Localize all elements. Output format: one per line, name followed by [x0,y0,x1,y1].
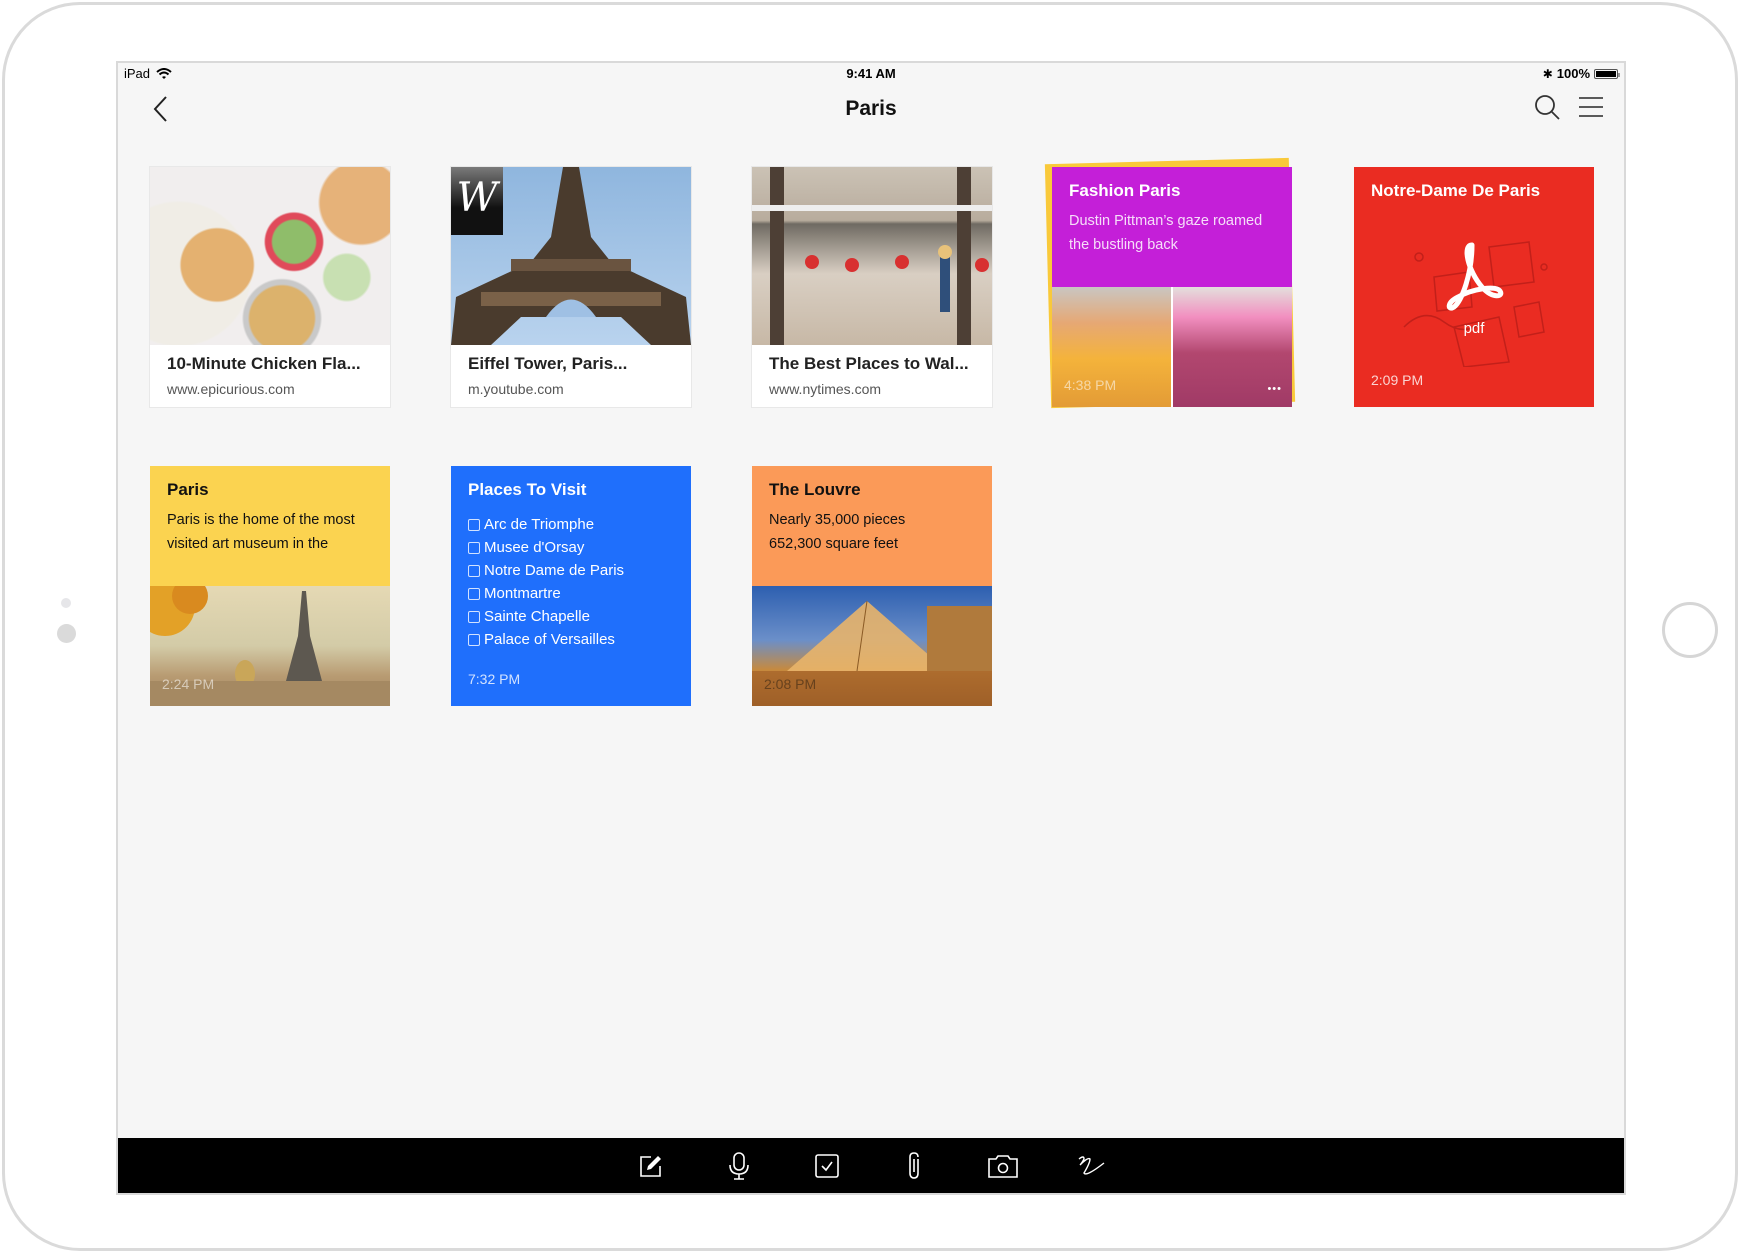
checklist-item[interactable]: Arc de Triomphe [468,513,624,536]
card-title: Eiffel Tower, Paris... [468,354,628,373]
checkbox-icon [815,1153,839,1178]
checklist-item-label: Musee d'Orsay [484,539,585,556]
camera-lens [57,624,76,643]
card-checklist-places[interactable]: Places To Visit Arc de Triomphe Musee d'… [451,466,691,706]
paris-cafe-illustration [752,167,992,345]
microphone-icon [729,1151,749,1180]
checklist-item-label: Notre Dame de Paris [484,562,625,579]
checklist-item-label: Arc de Triomphe [484,516,595,533]
home-button[interactable] [1662,602,1718,658]
pdf-label: pdf [1463,320,1485,337]
checklist-button[interactable] [807,1146,847,1186]
card-web-nytimes[interactable]: The Best Places to Wal... www.nytimes.co… [752,167,992,407]
card-url: www.nytimes.com [769,381,882,397]
status-time: 9:41 AM [846,66,896,81]
food-platter-image [150,167,390,345]
more-icon[interactable]: ••• [1267,383,1282,395]
checkbox[interactable] [468,541,480,554]
camera-sensor [61,598,71,608]
paperclip-icon [909,1151,919,1179]
nav-bar: Paris [118,85,1624,135]
pdf-acrobat-icon [1446,242,1504,311]
camera-button[interactable] [983,1146,1023,1186]
checkbox[interactable] [468,564,480,577]
louvre-pyramid-photo: 2:08 PM [752,586,992,706]
card-title: The Louvre [769,480,861,499]
handwriting-button[interactable] [1071,1146,1111,1186]
checkbox[interactable] [468,587,480,600]
card-time: 2:24 PM [162,676,215,692]
card-body: Paris is the home of the most visited ar… [167,512,355,552]
battery-icon [1594,68,1620,79]
card-title: Places To Visit [468,480,587,499]
audio-note-button[interactable] [719,1146,759,1186]
menu-icon[interactable] [1576,93,1606,123]
card-note-fashion[interactable]: Fashion Paris Dustin Pittman’s gaze roam… [1052,167,1292,407]
card-pdf-notre-dame[interactable]: Notre-Dame De Paris pdf 2:09 PM [1354,167,1594,407]
pencil-edit-icon [640,1155,661,1177]
card-web-chicken[interactable]: 10-Minute Chicken Fla... www.epicurious.… [150,167,390,407]
new-note-button[interactable] [631,1146,671,1186]
card-body: Nearly 35,000 pieces 652,300 square feet [769,508,984,556]
camera-icon [988,1154,1018,1178]
card-time: 2:09 PM [1371,372,1424,388]
card-time: 7:32 PM [468,671,521,687]
checklist-item[interactable]: Palace of Versailles [468,628,624,651]
search-icon[interactable] [1532,93,1562,123]
checklist-item[interactable]: Montmartre [468,582,624,605]
checklist-item[interactable]: Notre Dame de Paris [468,559,624,582]
status-bar: iPad 9:41 AM ✱ 100% [118,63,1624,85]
card-title: 10-Minute Chicken Fla... [167,354,361,373]
screen: iPad 9:41 AM ✱ 100% Paris 10-Minute Chic… [116,61,1626,1195]
bottom-toolbar [118,1138,1624,1193]
wikipedia-badge: W [451,167,503,235]
card-note-louvre[interactable]: The Louvre Nearly 35,000 pieces 652,300 … [752,466,992,706]
checklist-item[interactable]: Sainte Chapelle [468,605,624,628]
card-web-eiffel[interactable]: W Eiffel Tower, Paris... m.youtube.com [451,167,691,407]
checklist-item-label: Palace of Versailles [484,631,615,648]
card-body-line: 652,300 square feet [769,536,898,552]
checkbox[interactable] [468,518,480,531]
card-time: 2:08 PM [764,676,817,692]
eiffel-tower-image: W [451,167,691,345]
paris-skyline-photo: 2:24 PM [150,586,390,706]
page-title: Paris [845,97,897,120]
card-title: Fashion Paris [1069,181,1181,200]
battery-percent: 100% [1556,66,1590,81]
card-note-paris[interactable]: Paris Paris is the home of the most visi… [150,466,390,706]
card-body-line: Nearly 35,000 pieces [769,512,906,528]
card-url: www.epicurious.com [167,381,295,397]
checklist-item-label: Montmartre [484,585,561,602]
card-body: Dustin Pittman’s gaze roamed the bustlin… [1069,213,1263,253]
handwriting-icon [1078,1155,1105,1175]
card-url: m.youtube.com [468,381,564,397]
checkbox[interactable] [468,633,480,646]
card-title: Notre-Dame De Paris [1371,181,1541,200]
checklist-item-label: Sainte Chapelle [484,608,590,625]
card-title: Paris [167,480,209,499]
card-title: The Best Places to Wal... [769,354,969,373]
checkbox[interactable] [468,610,480,623]
checklist: Arc de Triomphe Musee d'Orsay Notre Dame… [468,513,624,651]
checklist-item[interactable]: Musee d'Orsay [468,536,624,559]
card-time: 4:38 PM [1064,377,1117,393]
attachment-button[interactable] [895,1146,935,1186]
bluetooth-icon: ✱ [1542,66,1553,81]
